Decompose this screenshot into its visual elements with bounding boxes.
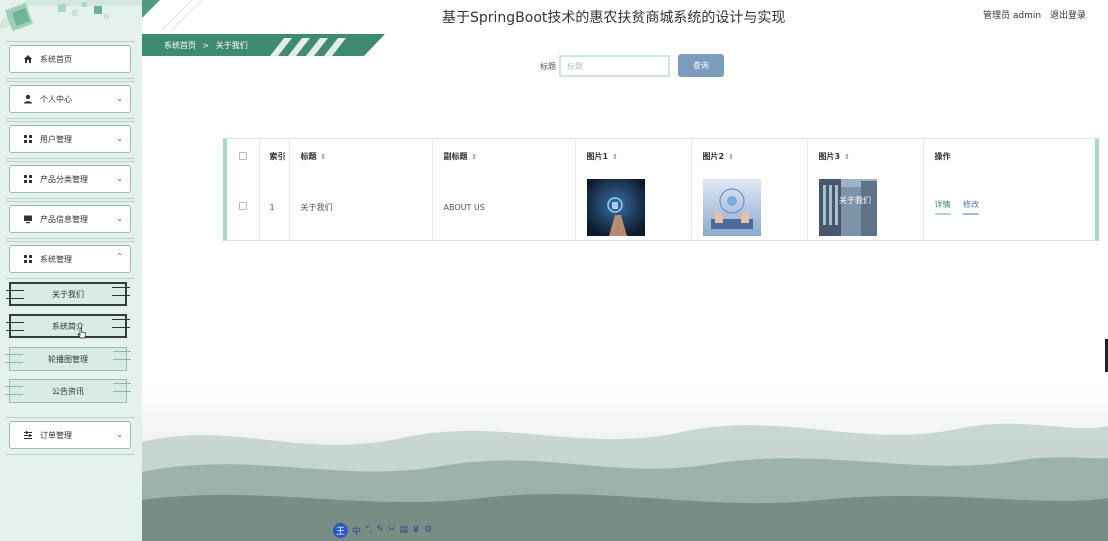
sidebar-item-system-management[interactable]: 系统管理 ⌃: [6, 241, 134, 279]
row-actions-cell: 详情 修改: [923, 174, 1095, 240]
sort-icon[interactable]: ⇕: [612, 153, 618, 161]
column-header-label: 图片3: [818, 152, 841, 161]
row-subtitle: ABOUT US: [432, 174, 576, 240]
svg-text:关于我们: 关于我们: [839, 195, 871, 205]
home-icon: [22, 53, 34, 65]
row-image2-cell: [691, 174, 808, 240]
sidebar-item-label: 用户管理: [40, 134, 72, 144]
sort-icon[interactable]: ⇕: [472, 153, 478, 161]
column-header-actions: 操作: [934, 152, 951, 161]
sidebar-subitem-label: 关于我们: [52, 289, 84, 299]
current-user-label: 管理员 admin: [983, 11, 1042, 21]
column-header-index: 索引: [259, 139, 290, 174]
edit-button[interactable]: 修改: [963, 199, 980, 215]
row-index: 1: [259, 174, 290, 240]
sidebar-item-label: 产品分类管理: [40, 174, 88, 184]
header-decoration: [142, 0, 203, 30]
ime-settings-icon[interactable]: ⚙: [424, 525, 432, 535]
chevron-down-icon: ⌄: [116, 94, 123, 103]
sidebar: 系统首页 个人中心 ⌄ 用户管理 ⌄ 产品分类管理 ⌄ 产品信息管理 ⌄ 系统管…: [0, 0, 142, 541]
sidebar-item-personal-center[interactable]: 个人中心 ⌄: [6, 81, 134, 119]
ime-skin-icon[interactable]: ♛: [412, 525, 420, 535]
column-header-label: 标题: [300, 152, 317, 161]
footer-background: [142, 380, 1108, 541]
sidebar-item-label: 系统管理: [40, 254, 72, 264]
ime-chinese-mode[interactable]: 中: [352, 524, 361, 537]
sidebar-item-order-management[interactable]: 订单管理 ⌄: [6, 417, 134, 455]
user-icon: [22, 93, 34, 105]
chevron-down-icon: ⌄: [116, 214, 123, 223]
sidebar-subitem-announcements[interactable]: 公告资讯: [5, 379, 131, 403]
search-input[interactable]: [559, 55, 670, 77]
image2-thumbnail[interactable]: [702, 178, 761, 236]
column-header-image3[interactable]: 图片3 ⇕: [807, 139, 924, 174]
detail-button[interactable]: 详情: [934, 199, 951, 215]
sidebar-subitem-system-intro[interactable]: 系统简介: [6, 314, 130, 339]
image1-thumbnail[interactable]: [586, 178, 645, 236]
row-checkbox[interactable]: [227, 174, 260, 240]
grid-icon: [22, 253, 34, 265]
logo-decoration: [0, 0, 142, 32]
data-table: 索引 标题 ⇕ 副标题 ⇕ 图片1 ⇕ 图片2 ⇕ 图片3 ⇕ 操作 1 关于我们 ABO…: [223, 138, 1099, 241]
table-row: 1 关于我们 ABOUT US 关于我们 详情 修改: [227, 174, 1095, 240]
column-header-label: 副标题: [443, 152, 468, 161]
page-title: 基于SpringBoot技术的惠农扶贫商城系统的设计与实现: [442, 10, 786, 26]
column-header-title[interactable]: 标题 ⇕: [289, 139, 433, 174]
breadcrumb: 系统首页 > 关于我们: [164, 40, 248, 51]
row-image3-cell: 关于我们: [807, 174, 924, 240]
select-all-checkbox[interactable]: [227, 139, 260, 174]
chevron-up-icon: ⌃: [116, 252, 123, 261]
cursor-icon: [77, 327, 86, 339]
sidebar-item-product-category[interactable]: 产品分类管理 ⌄: [6, 161, 134, 199]
sidebar-item-label: 订单管理: [40, 430, 72, 440]
search-label: 标题: [540, 62, 556, 71]
grid-icon: [22, 173, 34, 185]
column-header-subtitle[interactable]: 副标题 ⇕: [432, 139, 576, 174]
grid-icon: [22, 133, 34, 145]
sidebar-item-label: 个人中心: [40, 94, 72, 104]
row-title: 关于我们: [289, 174, 433, 240]
ime-logo-icon[interactable]: 王: [333, 522, 348, 538]
sidebar-item-user-management[interactable]: 用户管理 ⌄: [6, 121, 134, 159]
sidebar-item-product-info[interactable]: 产品信息管理 ⌄: [6, 201, 134, 239]
ime-pen-icon[interactable]: ✎: [376, 525, 384, 535]
breadcrumb-separator: >: [202, 41, 210, 50]
column-header-label: 图片1: [586, 152, 609, 161]
header-user-area: 管理员 admin 退出登录: [977, 8, 1086, 21]
sidebar-subitem-about-us[interactable]: 关于我们: [6, 282, 130, 306]
breadcrumb-home[interactable]: 系统首页: [164, 41, 196, 50]
chevron-down-icon: ⌄: [116, 430, 123, 439]
column-header-image1[interactable]: 图片1 ⇕: [575, 139, 692, 174]
chevron-down-icon: ⌄: [116, 134, 123, 143]
sidebar-subitem-label: 轮播图管理: [48, 354, 88, 364]
sidebar-item-home[interactable]: 系统首页: [6, 41, 134, 79]
ime-punctuation-icon[interactable]: °,: [365, 525, 372, 535]
sort-icon[interactable]: ⇕: [728, 153, 734, 161]
column-header-label: 图片2: [702, 152, 725, 161]
sort-icon[interactable]: ⇕: [844, 153, 850, 161]
sliders-icon: [22, 429, 34, 441]
logout-link[interactable]: 退出登录: [1050, 11, 1086, 21]
search-button[interactable]: 查询: [678, 54, 724, 77]
sidebar-subitem-carousel[interactable]: 轮播图管理: [5, 347, 131, 371]
column-header-image2[interactable]: 图片2 ⇕: [691, 139, 808, 174]
sidebar-item-label: 产品信息管理: [40, 214, 88, 224]
image3-thumbnail[interactable]: 关于我们: [818, 178, 877, 236]
ime-scissors-icon[interactable]: ✂: [388, 525, 396, 535]
table-header-row: 索引 标题 ⇕ 副标题 ⇕ 图片1 ⇕ 图片2 ⇕ 图片3 ⇕ 操作: [227, 139, 1095, 174]
row-image1-cell: [575, 174, 692, 240]
ime-keyboard-icon[interactable]: ▤: [399, 525, 408, 535]
chevron-down-icon: ⌄: [116, 174, 123, 183]
breadcrumb-current: 关于我们: [215, 41, 248, 50]
sidebar-subitem-label: 公告资讯: [52, 386, 84, 396]
sidebar-item-label: 系统首页: [40, 54, 72, 64]
monitor-icon: [22, 213, 34, 225]
ime-toolbar: 王 中 °, ✎ ✂ ▤ ♛ ⚙: [333, 522, 432, 538]
sort-icon[interactable]: ⇕: [321, 153, 327, 161]
